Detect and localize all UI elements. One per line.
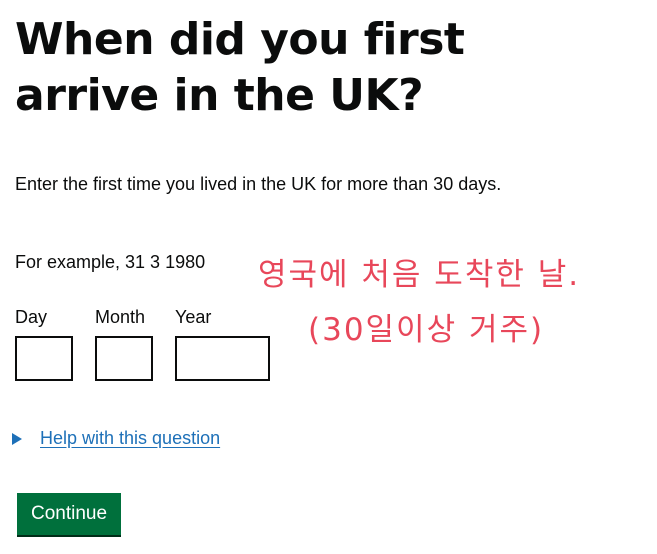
month-label: Month [95,307,146,327]
annotation-line-1: 영국에 처음 도착한 날. [258,257,580,293]
year-label: Year [175,307,212,327]
triangle-right-icon[interactable] [12,432,22,445]
example-text: For example, 31 3 1980 [15,252,206,272]
day-label: Day [15,307,48,327]
annotation-line-2: (30일이상 거주) [308,312,544,348]
hint-text: Enter the first time you lived in the UK… [15,174,502,194]
month-input[interactable] [95,336,153,381]
date-input-group: Day Month Year [15,305,292,381]
annotation-svg: 영국에 처음 도착한 날. (30일이상 거주) [258,257,580,348]
help-details[interactable]: Help with this question [12,428,220,449]
day-item: Day [15,305,73,381]
page-title: When did you first arrive in the UK? [15,14,465,121]
year-item: Year [175,305,270,381]
day-input[interactable] [15,336,73,381]
handwritten-annotation: 영국에 처음 도착한 날. (30일이상 거주) [258,240,618,365]
year-input[interactable] [175,336,270,381]
continue-button[interactable]: Continue [17,493,122,535]
help-link[interactable]: Help with this question [40,428,220,449]
month-item: Month [95,305,153,381]
